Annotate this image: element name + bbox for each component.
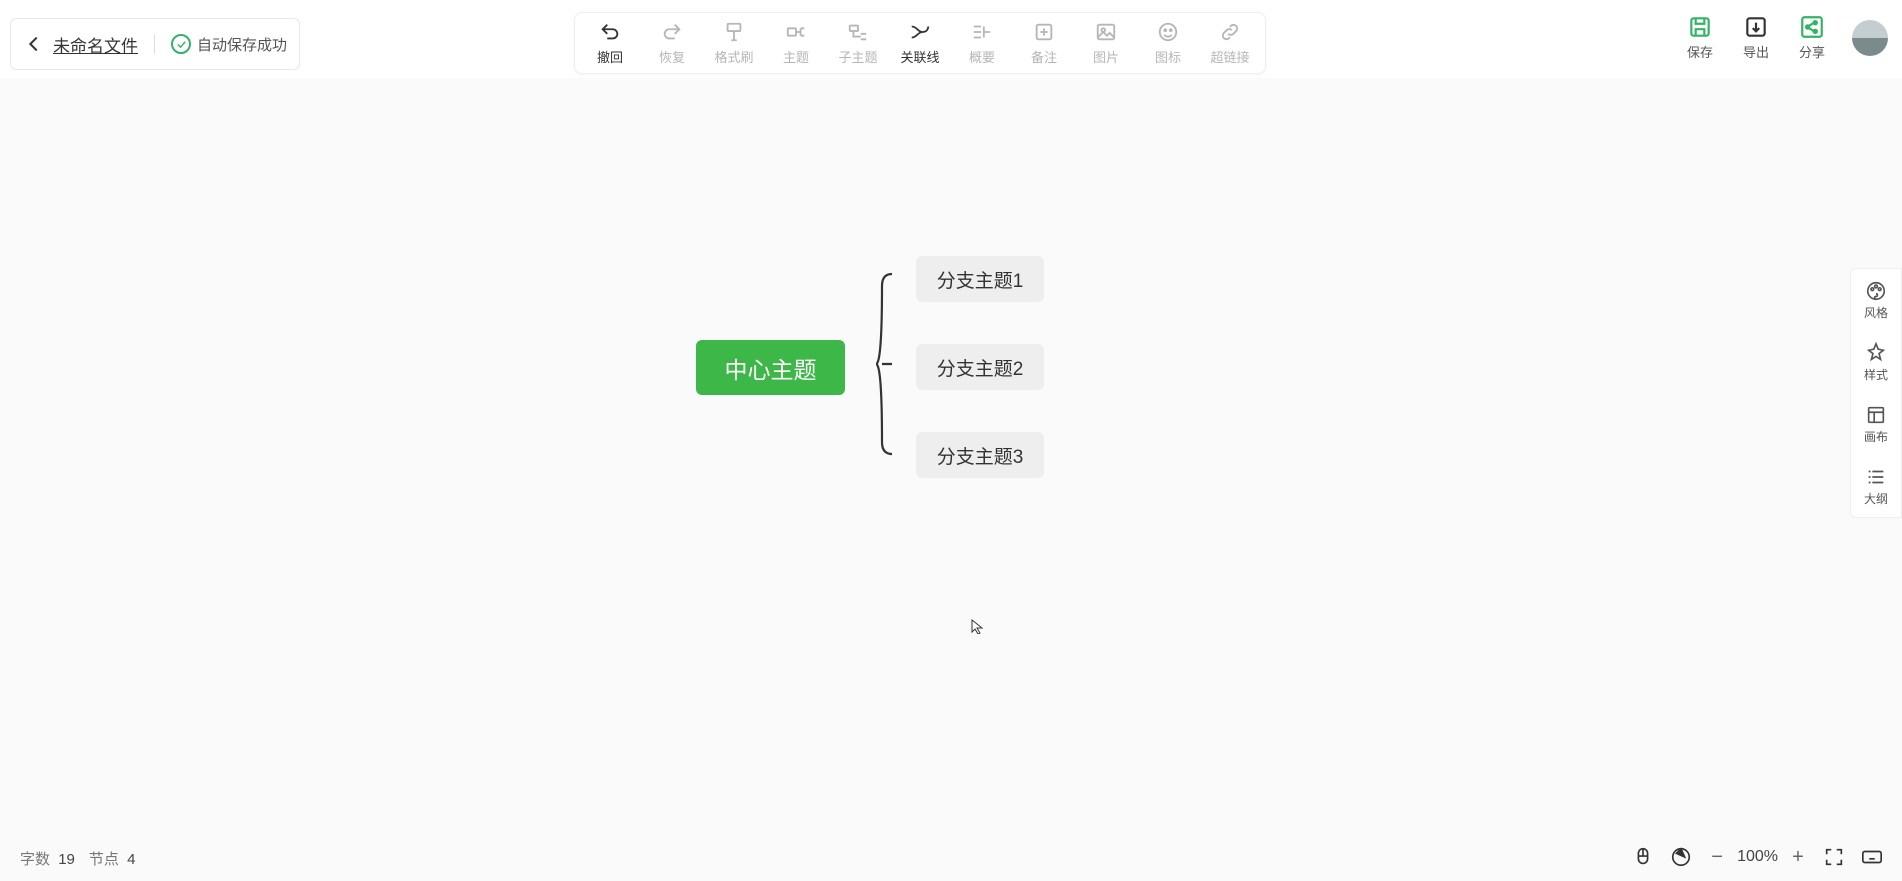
save-status: 自动保存成功 [171, 34, 287, 55]
tool-label: 图标 [1155, 47, 1181, 66]
top-right-actions: 保存 导出 分享 [1672, 14, 1888, 61]
tool-icon[interactable]: 图标 [1137, 19, 1199, 67]
tool-label: 关联线 [900, 47, 939, 66]
branch-node-3[interactable]: 分支主题3 [916, 432, 1044, 478]
sidebar-style[interactable]: 风格 [1851, 269, 1901, 331]
tool-label: 备注 [1031, 47, 1057, 66]
filename[interactable]: 未命名文件 [53, 32, 138, 57]
side-label: 大纲 [1864, 490, 1888, 507]
file-info-panel: 未命名文件 自动保存成功 [10, 18, 300, 70]
tool-image[interactable]: 图片 [1075, 19, 1137, 67]
right-sidebar: 风格 样式 画布 大纲 [1850, 268, 1902, 518]
locate-icon[interactable] [1669, 845, 1693, 869]
fit-screen-icon[interactable] [1822, 845, 1846, 869]
word-count: 字数 19 [20, 848, 75, 869]
tool-label: 恢复 [659, 47, 685, 66]
keyboard-icon[interactable] [1860, 845, 1884, 869]
main-toolbar: 撤回 恢复 格式刷 主题 子主题 关联线 概要 备注 [574, 12, 1266, 74]
check-icon [171, 34, 191, 54]
share-button[interactable]: 分享 [1784, 14, 1840, 61]
user-avatar[interactable] [1852, 20, 1888, 56]
tool-subtopic[interactable]: 子主题 [827, 19, 889, 67]
footer-controls: − 100% + [1631, 845, 1884, 869]
tool-hyperlink[interactable]: 超链接 [1199, 19, 1261, 67]
tool-relation[interactable]: 关联线 [889, 19, 951, 67]
zoom-out-button[interactable]: − [1707, 846, 1727, 869]
tool-label: 超链接 [1210, 47, 1249, 66]
action-label: 导出 [1743, 42, 1769, 61]
back-button[interactable] [23, 33, 45, 55]
tool-format-painter[interactable]: 格式刷 [703, 19, 765, 67]
export-button[interactable]: 导出 [1728, 14, 1784, 61]
branch-node-2[interactable]: 分支主题2 [916, 344, 1044, 390]
sidebar-outline[interactable]: 大纲 [1851, 455, 1901, 517]
tool-label: 撤回 [597, 47, 623, 66]
tool-label: 主题 [783, 47, 809, 66]
branch-node-1[interactable]: 分支主题1 [916, 256, 1044, 302]
divider [154, 34, 155, 54]
sidebar-canvas[interactable]: 画布 [1851, 393, 1901, 455]
action-label: 保存 [1687, 42, 1713, 61]
tool-label: 概要 [969, 47, 995, 66]
zoom-control: − 100% + [1707, 846, 1808, 869]
cursor-pointer-icon [970, 618, 986, 634]
tool-label: 图片 [1093, 47, 1119, 66]
zoom-in-button[interactable]: + [1788, 846, 1808, 869]
save-button[interactable]: 保存 [1672, 14, 1728, 61]
tool-redo[interactable]: 恢复 [641, 19, 703, 67]
central-topic-node[interactable]: 中心主题 [696, 340, 845, 395]
zoom-level: 100% [1737, 848, 1778, 866]
sidebar-format[interactable]: 样式 [1851, 331, 1901, 393]
save-status-text: 自动保存成功 [197, 34, 287, 55]
tool-note[interactable]: 备注 [1013, 19, 1075, 67]
side-label: 样式 [1864, 366, 1888, 383]
side-label: 画布 [1864, 428, 1888, 445]
tool-topic[interactable]: 主题 [765, 19, 827, 67]
tool-undo[interactable]: 撤回 [579, 19, 641, 67]
canvas-area[interactable]: 中心主题 分支主题1 分支主题2 分支主题3 [0, 78, 1902, 881]
tool-summary[interactable]: 概要 [951, 19, 1013, 67]
mouse-mode-icon[interactable] [1631, 845, 1655, 869]
tool-label: 子主题 [838, 47, 877, 66]
side-label: 风格 [1864, 304, 1888, 321]
top-bar: 未命名文件 自动保存成功 撤回 恢复 格式刷 主题 子主题 [0, 0, 1902, 78]
action-label: 分享 [1799, 42, 1825, 61]
tool-label: 格式刷 [714, 47, 753, 66]
connector-bracket [876, 266, 894, 462]
node-count: 节点 4 [89, 848, 136, 869]
footer-stats: 字数 19 节点 4 [20, 848, 135, 869]
